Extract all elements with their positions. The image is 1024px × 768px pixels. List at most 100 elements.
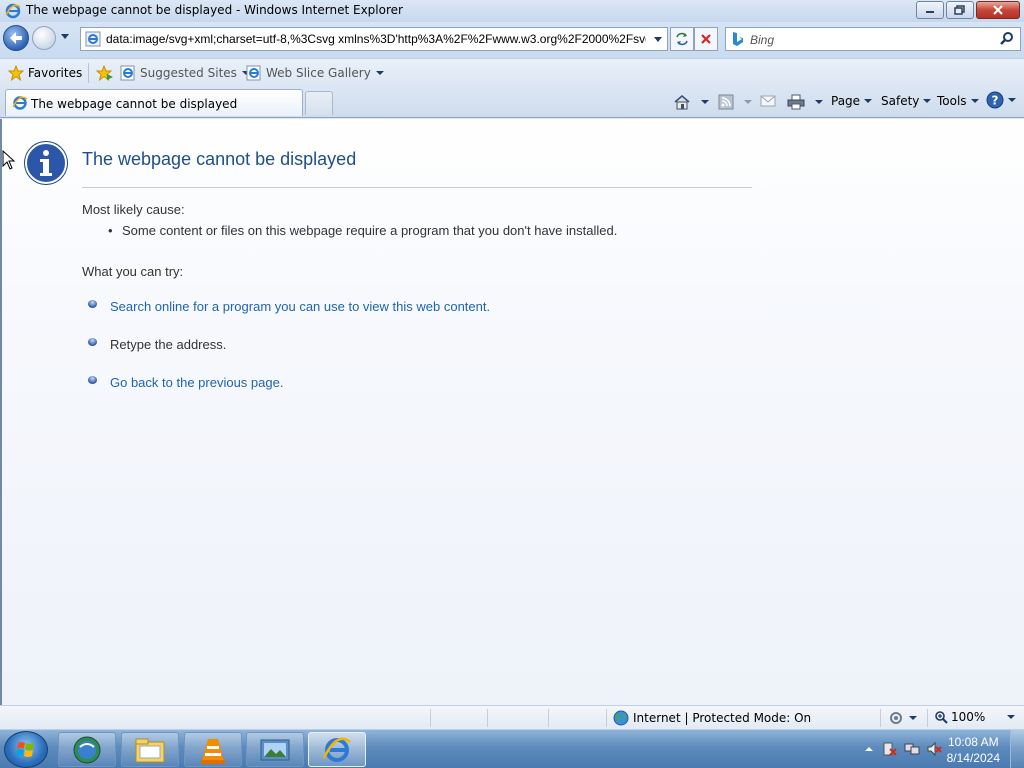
help-button[interactable]: ?	[986, 91, 1017, 109]
chevron-down-icon	[970, 99, 979, 103]
print-button[interactable]	[787, 94, 824, 110]
status-separator	[927, 709, 928, 727]
retype-address-text: Retype the address.	[110, 337, 227, 352]
network-icon[interactable]	[904, 741, 920, 757]
zoom-icon	[935, 711, 948, 724]
vlc-icon	[201, 738, 225, 764]
security-zone[interactable]: Internet | Protected Mode: On	[613, 710, 811, 726]
read-mail-button[interactable]	[760, 94, 776, 108]
stop-button[interactable]	[694, 27, 718, 51]
status-separator	[606, 709, 607, 727]
tools-menu[interactable]: Tools	[937, 94, 980, 108]
chevron-down-icon	[701, 100, 709, 104]
status-separator	[880, 709, 881, 727]
action-center-icon[interactable]	[882, 741, 898, 757]
clock[interactable]: 10:08 AM 8/14/2024	[947, 734, 1000, 766]
taskbar-explorer[interactable]	[121, 732, 179, 767]
chevron-down-icon	[1008, 98, 1016, 102]
tab-command-bar: The webpage cannot be displayed Page Saf…	[0, 86, 1024, 118]
back-arrow-icon	[10, 32, 22, 44]
back-button[interactable]	[3, 25, 29, 51]
home-button[interactable]	[673, 94, 710, 110]
chevron-down-icon	[744, 100, 752, 104]
safety-menu[interactable]: Safety	[881, 94, 932, 108]
web-slice-gallery-label: Web Slice Gallery	[266, 66, 371, 80]
show-hidden-icons-icon[interactable]	[864, 745, 874, 753]
page-icon	[85, 31, 101, 47]
show-desktop-button[interactable]	[1010, 730, 1024, 768]
tab-current[interactable]: The webpage cannot be displayed	[5, 89, 303, 116]
page-menu-label: Page	[831, 94, 861, 108]
favorites-label: Favorites	[28, 66, 83, 80]
protected-mode-button[interactable]	[888, 710, 918, 726]
compatibility-view-button[interactable]	[670, 27, 694, 51]
favorites-button[interactable]: Favorites	[8, 65, 82, 81]
restore-icon	[954, 5, 965, 15]
status-separator	[430, 709, 431, 727]
search-online-link[interactable]: Search online for a program you can use …	[110, 299, 490, 314]
tools-menu-label: Tools	[937, 94, 967, 108]
clock-date: 8/14/2024	[946, 751, 1000, 765]
navigation-bar: data:image/svg+xml;charset=utf-8,%3Csvg …	[0, 22, 1024, 58]
taskbar-vlc[interactable]	[184, 732, 242, 767]
clock-time: 10:08 AM	[947, 735, 999, 749]
taskbar-ie-browser[interactable]	[58, 732, 116, 767]
status-separator	[548, 709, 549, 727]
stop-icon	[701, 34, 711, 44]
printer-icon	[787, 94, 805, 110]
chevron-down-icon	[923, 99, 932, 103]
minimize-button[interactable]	[916, 1, 944, 19]
address-dropdown-icon[interactable]	[653, 36, 663, 44]
system-tray: 10:08 AM 8/14/2024	[844, 730, 1024, 768]
web-slice-gallery-link[interactable]: Web Slice Gallery	[246, 65, 385, 81]
add-favorite-icon	[96, 65, 113, 81]
cause-bullet: •	[108, 223, 113, 238]
refresh-arrows-icon	[676, 32, 688, 46]
restore-button[interactable]	[946, 1, 974, 19]
safety-menu-label: Safety	[881, 94, 920, 108]
internet-explorer-icon	[322, 737, 351, 762]
close-icon	[993, 5, 1003, 15]
close-button[interactable]	[976, 1, 1020, 19]
start-button[interactable]	[4, 731, 48, 768]
status-bar: Internet | Protected Mode: On 100%	[0, 705, 1024, 729]
cause-heading: Most likely cause:	[82, 202, 185, 217]
feeds-button[interactable]	[718, 94, 753, 110]
ie-tab-icon	[12, 96, 28, 110]
search-box[interactable]: Bing	[725, 27, 1021, 51]
taskbar-snipping-tool[interactable]	[246, 732, 304, 767]
new-tab-button[interactable]	[305, 91, 333, 115]
zoom-level: 100%	[951, 710, 986, 724]
address-bar[interactable]: data:image/svg+xml;charset=utf-8,%3Csvg …	[80, 27, 668, 51]
favorites-bar: Favorites Suggested Sites Web Slice Gall…	[0, 58, 1024, 86]
address-input[interactable]: data:image/svg+xml;charset=utf-8,%3Csvg …	[106, 32, 646, 46]
search-icon[interactable]	[1000, 31, 1014, 47]
taskbar-internet-explorer[interactable]	[308, 732, 366, 767]
explorer-icon	[135, 738, 165, 762]
window-title: The webpage cannot be displayed - Window…	[26, 3, 403, 17]
cause-item: Some content or files on this webpage re…	[122, 223, 618, 238]
favorites-star-icon	[8, 65, 24, 81]
taskbar: 10:08 AM 8/14/2024	[0, 729, 1024, 768]
page-menu[interactable]: Page	[831, 94, 873, 108]
go-back-link[interactable]: Go back to the previous page.	[110, 375, 283, 390]
home-icon	[674, 94, 690, 110]
volume-muted-icon[interactable]	[926, 741, 942, 757]
security-settings-icon	[890, 712, 902, 724]
status-separator	[487, 709, 488, 727]
chevron-down-icon	[864, 99, 873, 103]
history-dropdown-icon[interactable]	[59, 32, 71, 42]
error-title: The webpage cannot be displayed	[82, 149, 357, 169]
windows-logo-icon	[16, 742, 34, 757]
add-to-favorites-bar-button[interactable]	[96, 65, 114, 81]
search-input[interactable]: Bing	[750, 33, 774, 47]
ie-page-icon	[120, 65, 135, 81]
minimize-icon	[926, 11, 934, 13]
chevron-down-icon	[1007, 715, 1016, 719]
chevron-down-icon	[815, 100, 823, 104]
security-zone-label: Internet | Protected Mode: On	[633, 711, 812, 725]
forward-button[interactable]	[32, 26, 56, 50]
zoom-button[interactable]: 100%	[934, 710, 1016, 724]
title-divider	[82, 187, 752, 188]
suggested-sites-link[interactable]: Suggested Sites	[120, 65, 251, 81]
